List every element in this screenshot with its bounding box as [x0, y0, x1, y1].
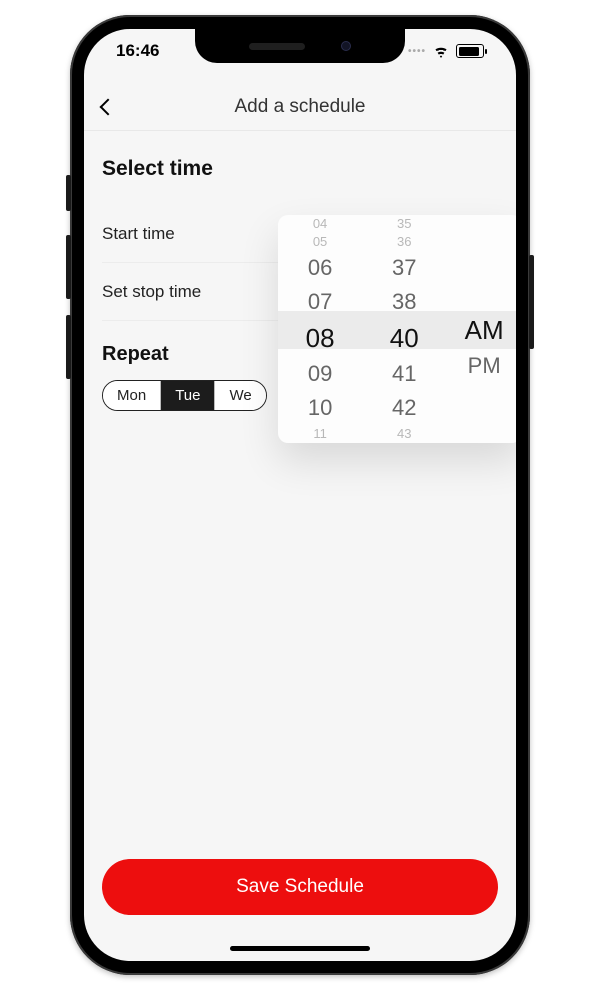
- hour-option[interactable]: 10: [308, 391, 332, 425]
- phone-screen: 16:46 •••• Add a schedule Select time St…: [84, 29, 516, 961]
- minute-option[interactable]: 43: [397, 425, 411, 443]
- battery-icon: [456, 44, 484, 58]
- hour-column[interactable]: 04 05 06 07 08 09 10 11: [278, 215, 362, 443]
- day-wednesday[interactable]: We: [215, 381, 265, 410]
- power-button: [529, 255, 534, 349]
- page-title: Add a schedule: [84, 96, 516, 118]
- wifi-icon: [432, 44, 450, 58]
- start-time-label: Start time: [102, 224, 175, 244]
- hour-option[interactable]: 07: [308, 285, 332, 319]
- minute-option[interactable]: 42: [392, 391, 416, 425]
- stop-time-label: Set stop time: [102, 282, 201, 302]
- hour-option[interactable]: 04: [313, 215, 327, 233]
- hour-option[interactable]: 05: [313, 233, 327, 251]
- hour-option-selected[interactable]: 08: [306, 319, 335, 357]
- home-indicator[interactable]: [230, 946, 370, 951]
- meridiem-pm[interactable]: PM: [468, 349, 501, 383]
- day-selector[interactable]: Mon Tue We: [102, 380, 267, 411]
- minute-column[interactable]: 35 36 37 38 40 41 42 43: [362, 215, 446, 443]
- volume-down-button: [66, 315, 71, 379]
- mute-switch: [66, 175, 71, 211]
- signal-dots: ••••: [408, 46, 426, 57]
- status-bar: 16:46 ••••: [84, 29, 516, 73]
- hour-option[interactable]: 11: [313, 425, 327, 443]
- minute-option-selected[interactable]: 40: [390, 319, 419, 357]
- day-tuesday[interactable]: Tue: [161, 381, 215, 410]
- minute-option[interactable]: 37: [392, 251, 416, 285]
- minute-option[interactable]: 36: [397, 233, 411, 251]
- section-title: Select time: [102, 157, 498, 181]
- minute-option[interactable]: 35: [397, 215, 411, 233]
- content-area: Select time Start time 09:40 Set stop ti…: [84, 131, 516, 961]
- day-monday[interactable]: Mon: [103, 381, 161, 410]
- meridiem-column[interactable]: AM PM: [446, 215, 516, 443]
- status-time: 16:46: [116, 41, 159, 61]
- nav-bar: Add a schedule: [84, 83, 516, 131]
- meridiem-am[interactable]: AM: [465, 311, 504, 349]
- hour-option[interactable]: 09: [308, 357, 332, 391]
- minute-option[interactable]: 38: [392, 285, 416, 319]
- phone-frame: 16:46 •••• Add a schedule Select time St…: [70, 15, 530, 975]
- volume-up-button: [66, 235, 71, 299]
- time-picker-popover: 04 05 06 07 08 09 10 11 35 36 37 38: [278, 215, 516, 443]
- hour-option[interactable]: 06: [308, 251, 332, 285]
- save-button-label: Save Schedule: [236, 876, 364, 898]
- save-schedule-button[interactable]: Save Schedule: [102, 859, 498, 915]
- minute-option[interactable]: 41: [392, 357, 416, 391]
